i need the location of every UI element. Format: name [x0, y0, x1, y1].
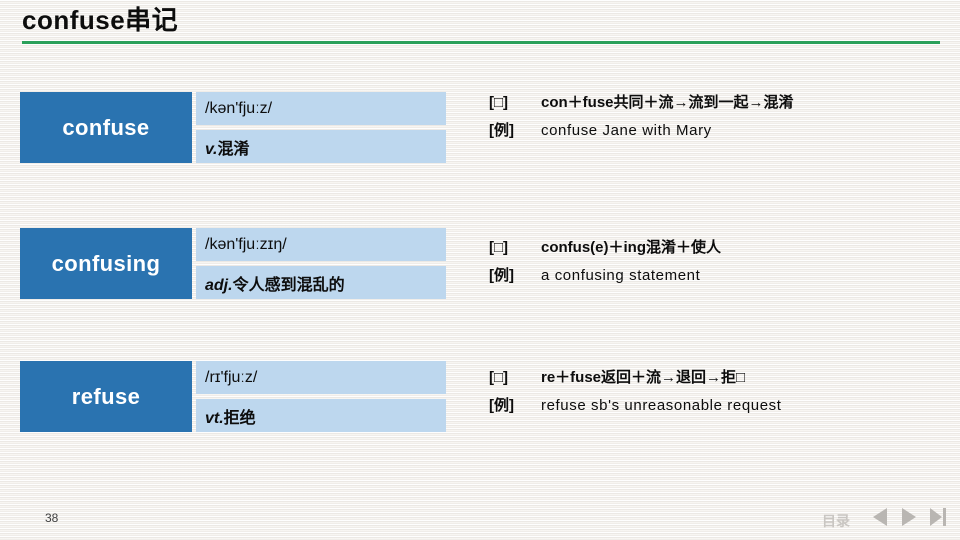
note-body: confus(e)＋ing混淆＋使人 [541, 239, 721, 256]
slide-footer: 38 目录 [0, 500, 960, 540]
next-slide-button[interactable] [897, 506, 921, 528]
note-body: refuse sb's unreasonable request [541, 397, 782, 414]
part-of-speech: vt. [205, 409, 224, 427]
word-box: confuse [20, 92, 192, 163]
word-meta-column: /rɪ'fjuːz/ vt.拒绝 [196, 361, 446, 432]
note-tag: [□] [489, 369, 509, 386]
phonetic-box: /kən'fjuːz/ [196, 92, 446, 125]
meaning-chinese: 拒绝 [223, 409, 256, 427]
word-meta-column: /kən'fjuːz/ v.混淆 [196, 92, 446, 163]
notes-column: [□] re＋fuse返回＋流→退回→拒□ [例] refuse sb's un… [489, 367, 954, 423]
meaning-text: v.混淆 [205, 135, 249, 159]
notes-column: [□] con＋fuse共同＋流→流到一起→混淆 [例] confuse Jan… [489, 92, 954, 148]
note-line: [例] confuse Jane with Mary [489, 120, 954, 141]
slide-canvas: confuse串记 confuse /kən'fjuːz/ v.混淆 [□] c… [0, 0, 960, 540]
phonetic-box: /kən'fjuːzɪŋ/ [196, 228, 446, 261]
phonetic-text: /kən'fjuːz/ [205, 99, 273, 117]
part-of-speech: v. [205, 140, 218, 158]
notes-column: [□] confus(e)＋ing混淆＋使人 [例] a confusing s… [489, 237, 954, 293]
note-body: a confusing statement [541, 267, 701, 284]
triangle-left-icon [873, 508, 887, 526]
meaning-box: adj.令人感到混乱的 [196, 266, 446, 299]
slide-navigation-group [868, 506, 950, 528]
meaning-text: vt.拒绝 [205, 404, 256, 428]
note-tag: [例] [489, 267, 514, 284]
meaning-text: adj.令人感到混乱的 [205, 271, 345, 295]
phonetic-box: /rɪ'fjuːz/ [196, 361, 446, 394]
last-slide-button[interactable] [926, 506, 950, 528]
meaning-box: vt.拒绝 [196, 399, 446, 432]
note-body: re＋fuse返回＋流→退回→拒□ [541, 369, 746, 386]
vocabulary-entry: confuse /kən'fjuːz/ v.混淆 [□] con＋fuse共同＋… [0, 92, 960, 168]
previous-slide-button[interactable] [868, 506, 892, 528]
triangle-right-icon [902, 508, 916, 526]
phonetic-text: /kən'fjuːzɪŋ/ [205, 235, 287, 253]
phonetic-text: /rɪ'fjuːz/ [205, 368, 258, 386]
meaning-chinese: 混淆 [217, 140, 250, 158]
note-line: [例] a confusing statement [489, 265, 954, 286]
meaning-box: v.混淆 [196, 130, 446, 163]
meaning-chinese: 令人感到混乱的 [232, 276, 345, 294]
triangle-right-bar-icon [930, 508, 946, 526]
word-box: confusing [20, 228, 192, 299]
table-of-contents-link[interactable]: 目录 [822, 511, 850, 531]
page-number: 38 [45, 511, 59, 525]
word-meta-column: /kən'fjuːzɪŋ/ adj.令人感到混乱的 [196, 228, 446, 299]
note-body: confuse Jane with Mary [541, 122, 712, 139]
page-title: confuse串记 [22, 5, 179, 35]
triangle-right-glyph [930, 508, 942, 526]
vocabulary-entry: confusing /kən'fjuːzɪŋ/ adj.令人感到混乱的 [□] … [0, 228, 960, 304]
word-label: refuse [71, 383, 141, 409]
note-tag: [例] [489, 122, 514, 139]
note-line: [□] confus(e)＋ing混淆＋使人 [489, 237, 954, 258]
note-tag: [□] [489, 94, 509, 111]
part-of-speech: adj. [205, 276, 233, 294]
note-tag: [□] [489, 239, 509, 256]
vocabulary-entry: refuse /rɪ'fjuːz/ vt.拒绝 [□] re＋fuse返回＋流→… [0, 361, 960, 437]
slide-title-block: confuse串记 [22, 2, 940, 44]
word-box: refuse [20, 361, 192, 432]
end-bar-glyph [943, 508, 946, 526]
word-label: confuse [62, 114, 150, 140]
note-body: con＋fuse共同＋流→流到一起→混淆 [541, 94, 794, 111]
title-underline-rule [22, 41, 940, 44]
note-line: [□] con＋fuse共同＋流→流到一起→混淆 [489, 92, 954, 113]
note-tag: [例] [489, 397, 514, 414]
note-line: [□] re＋fuse返回＋流→退回→拒□ [489, 367, 954, 388]
note-line: [例] refuse sb's unreasonable request [489, 395, 954, 416]
word-label: confusing [51, 250, 161, 276]
